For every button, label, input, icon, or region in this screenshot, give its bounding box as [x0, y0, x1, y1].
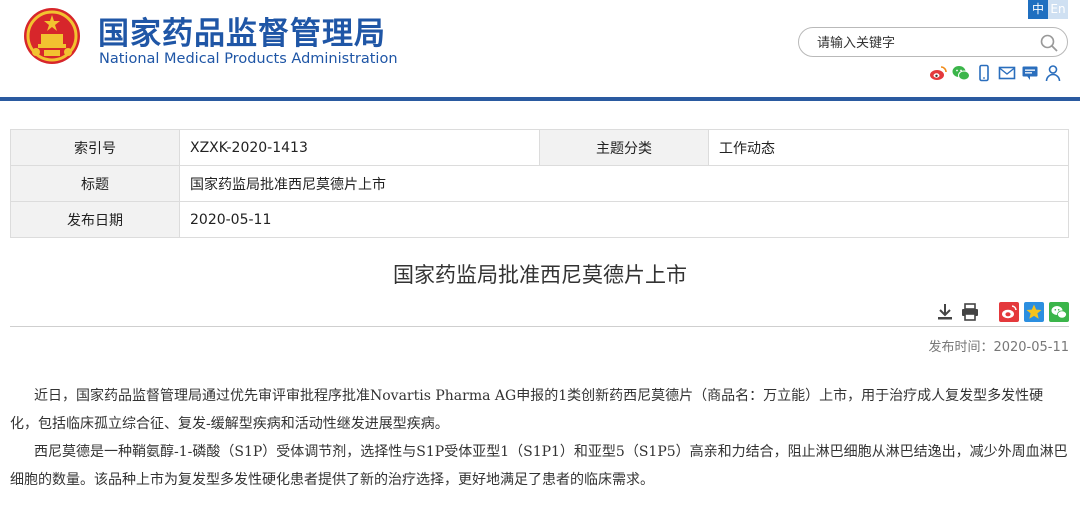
- share-wechat-icon[interactable]: [1049, 302, 1069, 322]
- index-label: 索引号: [10, 129, 180, 166]
- site-name-cn[interactable]: 国家药品监督管理局: [98, 8, 386, 53]
- table-row: 索引号 XZXK-2020-1413 主题分类 工作动态: [10, 129, 1069, 166]
- share-qzone-icon[interactable]: [1024, 302, 1044, 322]
- date-label: 发布日期: [10, 201, 180, 238]
- table-row: 标题 国家药监局批准西尼莫德片上市: [10, 165, 1069, 202]
- article-title: 国家药监局批准西尼莫德片上市: [393, 263, 687, 287]
- title-label: 标题: [10, 165, 180, 202]
- search-icon[interactable]: [1039, 33, 1059, 53]
- print-icon[interactable]: [960, 302, 980, 322]
- topic-value: 工作动态: [708, 129, 1069, 166]
- mobile-icon[interactable]: [975, 64, 993, 82]
- info-table: 索引号 XZXK-2020-1413 主题分类 工作动态 标题 国家药监局批准西…: [10, 129, 1069, 238]
- lang-en-button[interactable]: En: [1048, 0, 1068, 19]
- site-header: 国家药品监督管理局 National Medical Products Admi…: [0, 0, 1080, 100]
- table-row: 发布日期 2020-05-11: [10, 201, 1069, 238]
- article-body: 近日，国家药品监督管理局通过优先审评审批程序批准Novartis Pharma …: [10, 382, 1069, 494]
- publish-time: 发布时间：2020-05-11: [928, 340, 1069, 355]
- site-name-en[interactable]: National Medical Products Administration: [99, 51, 398, 67]
- download-icon[interactable]: [935, 302, 955, 322]
- share-weibo-icon[interactable]: [999, 302, 1019, 322]
- share-toolbar: [935, 302, 1074, 322]
- user-icon[interactable]: [1044, 64, 1062, 82]
- title-value: 国家药监局批准西尼莫德片上市: [179, 165, 1069, 202]
- date-value: 2020-05-11: [179, 201, 1069, 238]
- header-divider: [0, 97, 1080, 101]
- article-divider: [10, 326, 1069, 327]
- search-box: [798, 27, 1068, 57]
- topic-label: 主题分类: [539, 129, 709, 166]
- search-input[interactable]: [817, 33, 1027, 53]
- share-spacer: [985, 302, 999, 322]
- weibo-icon[interactable]: [929, 64, 947, 82]
- language-switch: 中 En: [1028, 0, 1068, 19]
- lang-zh-button[interactable]: 中: [1028, 0, 1048, 19]
- wechat-icon[interactable]: [952, 64, 970, 82]
- header-tools: [929, 64, 1062, 82]
- comment-icon[interactable]: [1021, 64, 1039, 82]
- article-paragraph: 西尼莫德是一种鞘氨醇-1-磷酸（S1P）受体调节剂，选择性与S1P受体亚型1（S…: [10, 444, 1068, 488]
- mail-icon[interactable]: [998, 64, 1016, 82]
- national-emblem-logo[interactable]: [22, 6, 82, 66]
- index-value: XZXK-2020-1413: [179, 129, 540, 166]
- article-paragraph: 近日，国家药品监督管理局通过优先审评审批程序批准Novartis Pharma …: [10, 388, 1044, 432]
